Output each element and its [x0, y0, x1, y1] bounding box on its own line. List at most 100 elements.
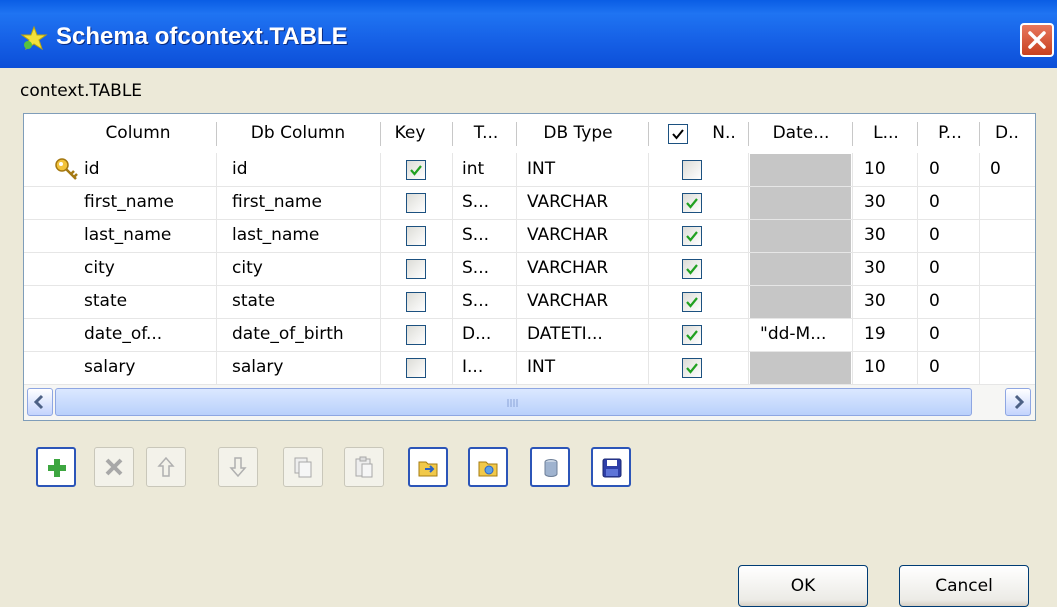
nullable-checkbox[interactable]	[682, 259, 702, 279]
cell-db-type[interactable]: DATETI...	[527, 318, 645, 351]
cell-default[interactable]	[990, 285, 1034, 318]
cell-length[interactable]: 30	[864, 252, 914, 285]
table-row[interactable]: first_name first_name S... VARCHAR 30 0	[24, 186, 1035, 219]
cell-column[interactable]: state	[84, 285, 214, 318]
nullable-checkbox[interactable]	[682, 325, 702, 345]
cell-type[interactable]: S...	[462, 285, 514, 318]
import-schema-button[interactable]	[408, 447, 448, 487]
cell-db-type[interactable]: VARCHAR	[527, 252, 645, 285]
table-row[interactable]: salary salary I... INT 10 0	[24, 351, 1035, 384]
scroll-left-button[interactable]	[27, 388, 53, 416]
header-date-pattern[interactable]: Date...	[751, 114, 851, 153]
key-checkbox[interactable]	[406, 292, 426, 312]
header-db-column[interactable]: Db Column	[219, 114, 377, 153]
key-checkbox[interactable]	[406, 358, 426, 378]
header-key[interactable]: Key	[382, 114, 438, 153]
cell-default[interactable]	[990, 186, 1034, 219]
nullable-checkbox[interactable]	[682, 226, 702, 246]
horizontal-scrollbar[interactable]	[24, 385, 1035, 420]
table-row[interactable]: date_of... date_of_birth D... DATETI... "dd-…	[24, 318, 1035, 351]
table-row[interactable]: last_name last_name S... VARCHAR 30 0	[24, 219, 1035, 252]
cell-db-column[interactable]: id	[232, 153, 377, 186]
cell-column[interactable]: first_name	[84, 186, 214, 219]
cell-length[interactable]: 19	[864, 318, 914, 351]
nullable-checkbox[interactable]	[682, 292, 702, 312]
cell-db-type[interactable]: VARCHAR	[527, 186, 645, 219]
cell-column[interactable]: city	[84, 252, 214, 285]
table-row[interactable]: state state S... VARCHAR 30 0	[24, 285, 1035, 318]
add-button[interactable]	[36, 447, 76, 487]
cell-type[interactable]: I...	[462, 351, 514, 384]
close-button[interactable]	[1020, 23, 1054, 57]
header-db-type[interactable]: DB Type	[518, 114, 638, 153]
cell-db-type[interactable]: VARCHAR	[527, 285, 645, 318]
cell-precision[interactable]: 0	[929, 252, 977, 285]
nullable-checkbox[interactable]	[682, 193, 702, 213]
cell-db-column[interactable]: last_name	[232, 219, 377, 252]
copy-button[interactable]	[283, 447, 323, 487]
save-schema-button[interactable]	[591, 447, 631, 487]
cell-length[interactable]: 30	[864, 285, 914, 318]
cell-type[interactable]: D...	[462, 318, 514, 351]
cell-type[interactable]: S...	[462, 219, 514, 252]
header-length[interactable]: L...	[854, 114, 918, 153]
cell-default[interactable]	[990, 252, 1034, 285]
cell-default[interactable]	[990, 318, 1034, 351]
cell-db-column[interactable]: city	[232, 252, 377, 285]
cell-db-column[interactable]: salary	[232, 351, 377, 384]
cell-length[interactable]: 10	[864, 351, 914, 384]
cell-length[interactable]: 30	[864, 219, 914, 252]
scroll-thumb[interactable]	[55, 388, 972, 416]
move-down-button[interactable]	[218, 447, 258, 487]
table-row[interactable]: id id int INT 10 0 0	[24, 153, 1035, 186]
cell-precision[interactable]: 0	[929, 153, 977, 186]
cell-column[interactable]: last_name	[84, 219, 214, 252]
header-nullable[interactable]: N..	[704, 114, 744, 153]
key-checkbox[interactable]	[406, 160, 426, 180]
cell-default[interactable]: 0	[990, 153, 1034, 186]
cell-column[interactable]: date_of...	[84, 318, 214, 351]
cell-precision[interactable]: 0	[929, 186, 977, 219]
cell-default[interactable]	[990, 351, 1034, 384]
move-up-button[interactable]	[146, 447, 186, 487]
key-checkbox[interactable]	[406, 193, 426, 213]
cell-length[interactable]: 10	[864, 153, 914, 186]
key-checkbox[interactable]	[406, 259, 426, 279]
cell-length[interactable]: 30	[864, 186, 914, 219]
cell-type[interactable]: S...	[462, 186, 514, 219]
header-column[interactable]: Column	[62, 114, 214, 153]
cell-db-column[interactable]: state	[232, 285, 377, 318]
cell-db-type[interactable]: INT	[527, 351, 645, 384]
check-icon	[686, 264, 698, 275]
key-checkbox[interactable]	[406, 226, 426, 246]
nullable-select-all-checkbox[interactable]	[668, 124, 688, 144]
delete-button[interactable]	[94, 447, 134, 487]
cell-precision[interactable]: 0	[929, 285, 977, 318]
cell-column[interactable]: id	[84, 153, 214, 186]
copy-icon	[294, 457, 312, 478]
cell-type[interactable]: S...	[462, 252, 514, 285]
cell-db-column[interactable]: date_of_birth	[232, 318, 377, 351]
cell-db-type[interactable]: VARCHAR	[527, 219, 645, 252]
header-type[interactable]: T...	[456, 114, 516, 153]
cell-type[interactable]: int	[462, 153, 514, 186]
retrieve-schema-button[interactable]	[530, 447, 570, 487]
cell-default[interactable]	[990, 219, 1034, 252]
cell-column[interactable]: salary	[84, 351, 214, 384]
paste-button[interactable]	[344, 447, 384, 487]
cell-db-column[interactable]: first_name	[232, 186, 377, 219]
header-precision[interactable]: P...	[920, 114, 980, 153]
key-checkbox[interactable]	[406, 325, 426, 345]
cell-db-type[interactable]: INT	[527, 153, 645, 186]
cell-precision[interactable]: 0	[929, 318, 977, 351]
cell-precision[interactable]: 0	[929, 219, 977, 252]
scroll-right-button[interactable]	[1005, 388, 1031, 416]
title-bar[interactable]: Schema ofcontext.TABLE	[0, 0, 1057, 68]
nullable-checkbox[interactable]	[682, 160, 702, 180]
cell-date-pattern[interactable]: "dd-M...	[760, 318, 848, 351]
cell-precision[interactable]: 0	[929, 351, 977, 384]
table-row[interactable]: city city S... VARCHAR 30 0	[24, 252, 1035, 285]
nullable-checkbox[interactable]	[682, 358, 702, 378]
export-schema-button[interactable]	[468, 447, 508, 487]
header-default[interactable]: D..	[982, 114, 1032, 153]
